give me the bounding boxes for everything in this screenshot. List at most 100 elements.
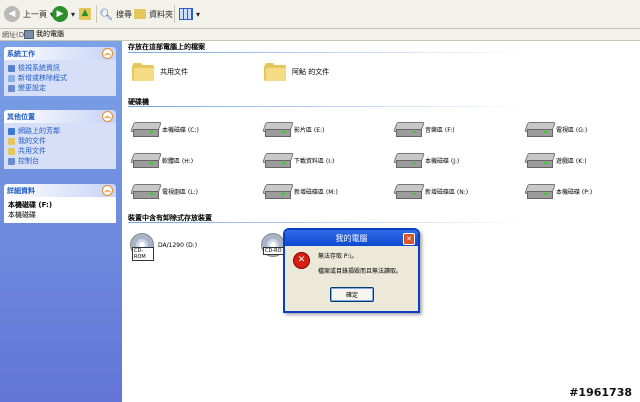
hard-drive-icon [393, 184, 425, 199]
folder-icon [264, 63, 286, 81]
task-add-remove-programs[interactable]: 新增或移除程式 [8, 73, 112, 83]
chevron-down-icon: ▾ [196, 9, 201, 19]
place-label: 共用文件 [18, 147, 46, 155]
search-label: 搜尋 [115, 9, 132, 19]
section-files-title: 存放在這部電腦上的檔案 [128, 43, 205, 51]
collapse-chevron-icon[interactable]: ︽ [102, 111, 113, 122]
add-remove-programs-icon [8, 74, 15, 82]
place-shared-documents[interactable]: 共用文件 [8, 146, 112, 156]
place-my-documents[interactable]: 我的文件 [8, 136, 112, 146]
system-tasks-header[interactable]: 系統工作 ︽ [4, 47, 116, 60]
views-button[interactable]: ▾ [179, 4, 200, 24]
collapse-chevron-icon[interactable]: ︽ [102, 48, 113, 59]
drive-item[interactable]: 影片區 (E:) [262, 122, 325, 137]
drive-label: 新增磁碟區 (N:) [425, 188, 469, 196]
folders-label: 資料夾 [149, 9, 173, 19]
task-change-setting[interactable]: 變更設定 [8, 83, 112, 93]
forward-arrow-icon: ▶ [52, 6, 68, 22]
place-label: 我的文件 [18, 137, 46, 145]
chevron-down-icon: ▾ [71, 9, 76, 19]
drive-item[interactable]: 本機磁碟 (P:) [524, 184, 592, 199]
place-label: 網路上的芳鄰 [18, 127, 60, 135]
control-panel-icon [8, 157, 15, 165]
address-bar: 網址(D) 我的電腦 [0, 29, 640, 41]
dialog-message-detail: 檔案或目錄損毀而且無法讀取。 [318, 268, 403, 275]
details-name: 本機磁碟 (F:) [8, 201, 53, 209]
drive-item[interactable]: 下載資料區 (I:) [262, 153, 335, 168]
toolbar: ◀ 上一頁 ▾ ▶ ▾ ▲ 🔍︎ 搜尋 資料夾 ▾ [0, 0, 640, 29]
drive-item[interactable]: 新增磁碟區 (N:) [393, 184, 469, 199]
close-icon[interactable]: ✕ [403, 233, 415, 245]
my-computer-icon [24, 29, 34, 39]
back-arrow-icon: ◀ [4, 6, 20, 22]
cd-rom-icon: CD-ROM [130, 233, 154, 261]
drive-label: 本機磁碟 (C:) [162, 126, 199, 134]
up-folder-button[interactable]: ▲ [79, 4, 91, 24]
toolbar-separator [96, 5, 97, 23]
network-icon [8, 127, 15, 135]
details-header[interactable]: 詳細資料 ︽ [4, 184, 116, 197]
folder-item-shared[interactable]: 共用文件 [132, 63, 188, 81]
place-network[interactable]: 網路上的芳鄰 [8, 126, 112, 136]
drive-label: 下載資料區 (I:) [294, 157, 335, 165]
views-grid-icon [179, 8, 193, 20]
hard-drive-icon [524, 153, 556, 168]
error-icon: ✕ [293, 252, 310, 269]
address-value: 我的電腦 [36, 30, 64, 38]
task-view-system-info[interactable]: 檢視系統資訊 [8, 63, 112, 73]
drive-label: 影片區 (E:) [294, 126, 325, 134]
hard-drive-icon [130, 184, 162, 199]
drive-item[interactable]: 遊戲區 (K:) [524, 153, 587, 168]
folder-icon [132, 63, 154, 81]
drive-label: 音樂區 (F:) [425, 126, 455, 134]
drive-item[interactable]: 電視劇區 (L:) [130, 184, 198, 199]
address-field[interactable]: 我的電腦 [24, 29, 64, 39]
drive-item[interactable]: 音樂區 (F:) [393, 122, 455, 137]
drive-label: 軟體區 (H:) [162, 157, 194, 165]
folder-icon [134, 9, 146, 19]
collapse-chevron-icon[interactable]: ︽ [102, 185, 113, 196]
ok-button[interactable]: 確定 [330, 287, 374, 302]
folders-button[interactable]: 資料夾 [134, 4, 173, 24]
folder-up-icon: ▲ [79, 8, 91, 20]
hard-drive-icon [130, 122, 162, 137]
place-control-panel[interactable]: 控制台 [8, 156, 112, 166]
details-title: 詳細資料 [7, 186, 35, 195]
cd-drive-item[interactable]: CD-ROM DA/1290 (D:) [130, 233, 197, 261]
system-tasks-title: 系統工作 [7, 49, 35, 58]
task-label: 新增或移除程式 [18, 74, 67, 82]
hard-drive-icon [524, 184, 556, 199]
hard-drive-icon [393, 122, 425, 137]
drive-item[interactable]: 軟體區 (H:) [130, 153, 194, 168]
section-divider [128, 222, 528, 223]
dialog-title-bar[interactable]: 我的電腦 ✕ [285, 230, 418, 246]
drive-label: 新增磁碟區 (M:) [294, 188, 338, 196]
drive-item[interactable]: 新增磁碟區 (M:) [262, 184, 338, 199]
forward-button[interactable]: ▶ ▾ [52, 4, 75, 24]
cd-rom-icon: CD-RO [261, 233, 285, 257]
cd-rom-badge: CD-RO [263, 247, 284, 255]
folder-icon [8, 137, 15, 145]
place-label: 控制台 [18, 157, 39, 165]
hard-drive-icon [262, 153, 294, 168]
search-icon: 🔍︎ [99, 7, 113, 21]
dialog-message-primary: 無法存取 P:\。 [318, 253, 358, 260]
task-pane: 系統工作 ︽ 檢視系統資訊 新增或移除程式 變更設定 其他位置 ︽ 網路上的芳鄰… [0, 41, 122, 402]
details-type: 本機磁碟 [8, 211, 36, 219]
drive-item[interactable]: 本機磁碟 (C:) [130, 122, 199, 137]
search-button[interactable]: 🔍︎ 搜尋 [99, 4, 132, 24]
back-button[interactable]: ◀ 上一頁 ▾ [4, 4, 54, 24]
system-tasks-panel: 系統工作 ︽ 檢視系統資訊 新增或移除程式 變更設定 [4, 47, 116, 96]
drive-item[interactable]: 本機磁碟 (J:) [393, 153, 459, 168]
hard-drive-icon [262, 184, 294, 199]
drive-item[interactable]: 電視區 (G:) [524, 122, 587, 137]
section-divider [128, 52, 528, 53]
hard-drive-icon [393, 153, 425, 168]
system-info-icon [8, 64, 15, 72]
hard-drive-icon [262, 122, 294, 137]
other-places-header[interactable]: 其他位置 ︽ [4, 110, 116, 123]
folder-item-user-docs[interactable]: 阿鮎 的文件 [264, 63, 329, 81]
folder-label: 阿鮎 的文件 [292, 68, 330, 76]
watermark-id: #1961738 [569, 386, 632, 399]
folder-icon [8, 147, 15, 155]
